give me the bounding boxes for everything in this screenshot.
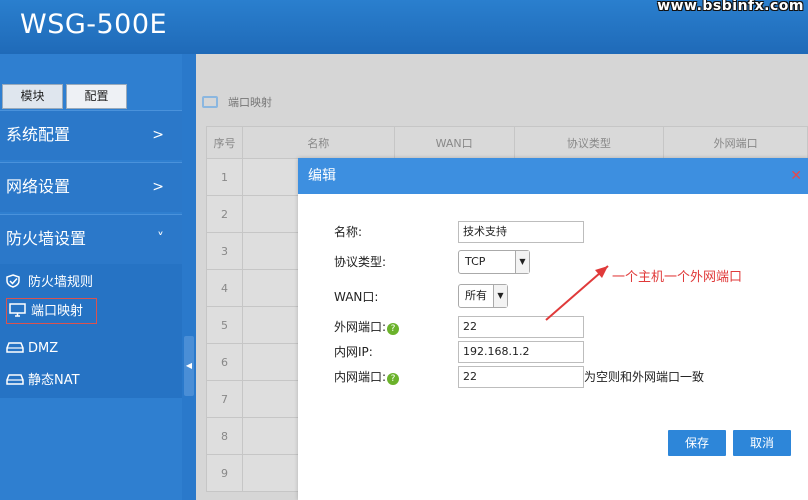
monitor-icon [9,303,26,317]
submenu-label: DMZ [28,341,59,356]
sidebar-item-firewall[interactable]: 防火墙设置 ˅ [0,214,182,264]
edit-dialog: 编辑 ✕ 名称: 技术支持 协议类型: TCP ▼ WAN口: 所有 ▼ 外网端… [298,158,808,500]
sidebar-item-label: 系统配置 [6,125,71,144]
table-cell: 2 [206,195,243,233]
chevron-down-icon: ▼ [493,285,507,307]
annotation-text: 一个主机一个外网端口 [612,270,743,285]
site-watermark: www.bsbinfx.com [657,0,804,14]
table-cell: 8 [206,417,243,455]
wan-label: WAN口: [334,290,379,304]
submenu-label: 端口映射 [31,304,84,319]
sidebar-tabs: 模块 配置 [0,54,184,110]
external-port-label: 外网端口:? [334,316,400,338]
submenu-dmz[interactable]: DMZ [6,336,176,362]
external-port-text: 外网端口: [334,320,387,334]
table-cell: 1 [206,158,243,196]
sidebar-item-network[interactable]: 网络设置 > [0,162,182,212]
router-icon [6,342,24,353]
table-cell: 4 [206,269,243,307]
shield-icon [6,274,20,288]
chevron-right-icon: > [152,127,164,143]
sidebar-item-label: 网络设置 [6,177,71,196]
wan-select[interactable]: 所有 ▼ [458,284,508,308]
firewall-submenu: 防火墙规则 端口映射 DMZ 静态NAT [0,264,182,398]
sidebar: 模块 配置 系统配置 > 网络设置 > 防火墙设置 ˅ 防火墙规则 端口映射 D… [0,54,184,500]
column-header: 协议类型 [513,126,665,159]
column-header: 序号 [206,126,243,159]
name-field[interactable]: 技术支持 [458,221,584,243]
chevron-right-icon: > [152,179,164,195]
cancel-button[interactable]: 取消 [733,430,791,456]
internal-ip-field[interactable]: 192.168.1.2 [458,341,584,363]
monitor-icon [202,96,218,108]
table-cell: 9 [206,454,243,492]
top-header: WSG-500E www.bsbinfx.com [0,0,808,54]
save-button[interactable]: 保存 [668,430,726,456]
internal-port-text: 内网端口: [334,370,387,384]
collapse-sidebar-handle[interactable]: ◀ [184,336,194,396]
table-cell: 7 [206,380,243,418]
submenu-label: 静态NAT [28,373,80,388]
table-cell: 5 [206,306,243,344]
internal-port-field[interactable]: 22 [458,366,584,388]
dialog-title: 编辑 [308,168,336,184]
breadcrumb-label: 端口映射 [228,96,272,109]
name-label: 名称: [334,225,363,239]
protocol-value: TCP [465,255,486,268]
submenu-static-nat[interactable]: 静态NAT [6,368,176,394]
sidebar-item-label: 防火墙设置 [6,229,87,248]
submenu-firewall-rules[interactable]: 防火墙规则 [6,270,176,296]
table-cell: 6 [206,343,243,381]
breadcrumb: 端口映射 [202,94,272,110]
protocol-label: 协议类型: [334,255,387,269]
sidebar-item-system-config[interactable]: 系统配置 > [0,110,182,160]
submenu-port-mapping[interactable]: 端口映射 [6,298,97,324]
annotation-arrow-icon [545,265,609,321]
product-logo: WSG-500E [20,9,168,40]
dialog-header: 编辑 ✕ [298,158,808,194]
protocol-select[interactable]: TCP ▼ [458,250,530,274]
table-cell: 3 [206,232,243,270]
internal-port-hint: 为空则和外网端口一致 [584,370,705,384]
wan-value: 所有 [465,289,487,302]
column-header: WAN口 [393,126,515,159]
internal-port-label: 内网端口:? [334,366,400,388]
sidebar-divider [182,54,196,500]
help-icon[interactable]: ? [387,373,400,385]
chevron-down-icon: ˅ [157,231,164,247]
chevron-down-icon: ▼ [515,251,529,273]
tab-modules[interactable]: 模块 [2,84,63,109]
router-icon [6,374,24,385]
column-header: 名称 [241,126,395,159]
close-icon[interactable]: ✕ [790,158,802,194]
internal-ip-label: 内网IP: [334,345,373,359]
column-header: 外网端口 [663,126,808,159]
help-icon[interactable]: ? [387,323,400,335]
submenu-label: 防火墙规则 [28,275,94,290]
tab-config[interactable]: 配置 [66,84,127,109]
